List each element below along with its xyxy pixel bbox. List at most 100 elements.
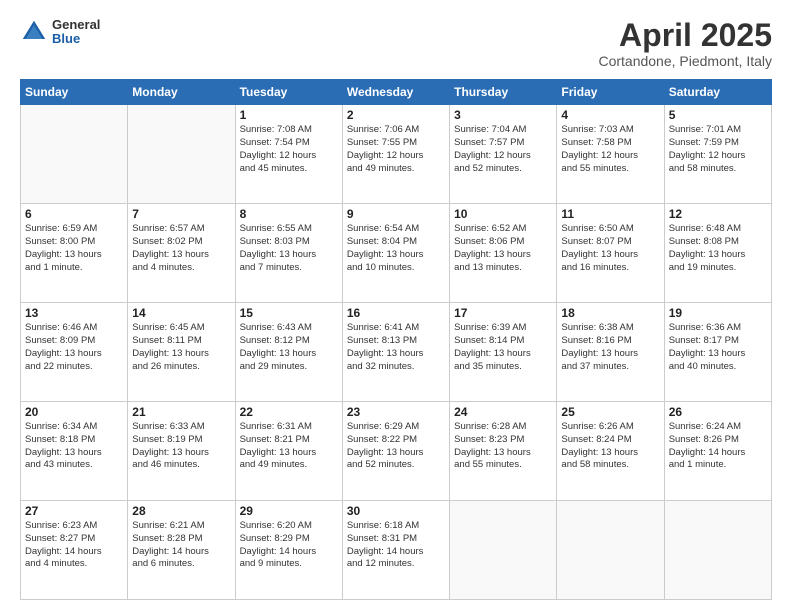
calendar-table: Sunday Monday Tuesday Wednesday Thursday…	[20, 79, 772, 600]
day-info-w2-d4: Sunrise: 6:54 AM Sunset: 8:04 PM Dayligh…	[347, 223, 445, 274]
day-info-w1-d4: Sunrise: 7:06 AM Sunset: 7:55 PM Dayligh…	[347, 124, 445, 175]
day-number-w5-d1: 27	[25, 504, 123, 518]
day-info-w3-d5: Sunrise: 6:39 AM Sunset: 8:14 PM Dayligh…	[454, 322, 552, 373]
day-info-w4-d7: Sunrise: 6:24 AM Sunset: 8:26 PM Dayligh…	[669, 421, 767, 472]
logo-general-label: General	[52, 18, 100, 32]
calendar-cell-w2-d2: 7 Sunrise: 6:57 AM Sunset: 8:02 PM Daylig…	[128, 204, 235, 303]
calendar-cell-w4-d3: 22Sunrise: 6:31 AM Sunset: 8:21 PM Dayli…	[235, 402, 342, 501]
calendar-week-3: 13Sunrise: 6:46 AM Sunset: 8:09 PM Dayli…	[21, 303, 772, 402]
day-info-w4-d4: Sunrise: 6:29 AM Sunset: 8:22 PM Dayligh…	[347, 421, 445, 472]
col-wednesday: Wednesday	[342, 80, 449, 105]
col-monday: Monday	[128, 80, 235, 105]
calendar-cell-w5-d4: 30Sunrise: 6:18 AM Sunset: 8:31 PM Dayli…	[342, 501, 449, 600]
calendar-cell-w1-d1	[21, 105, 128, 204]
calendar-cell-w4-d1: 20Sunrise: 6:34 AM Sunset: 8:18 PM Dayli…	[21, 402, 128, 501]
calendar-cell-w2-d1: 6Sunrise: 6:59 AM Sunset: 8:00 PM Daylig…	[21, 204, 128, 303]
calendar-cell-w4-d6: 25 Sunrise: 6:26 AM Sunset: 8:24 PM Dayli…	[557, 402, 664, 501]
day-info-w2-d2: Sunrise: 6:57 AM Sunset: 8:02 PM Dayligh…	[132, 223, 230, 274]
day-info-w2-d3: Sunrise: 6:55 AM Sunset: 8:03 PM Dayligh…	[240, 223, 338, 274]
logo-text: General Blue	[52, 18, 100, 47]
col-sunday: Sunday	[21, 80, 128, 105]
day-info-w5-d2: Sunrise: 6:21 AM Sunset: 8:28 PM Dayligh…	[132, 520, 230, 571]
calendar-cell-w5-d1: 27 Sunrise: 6:23 AM Sunset: 8:27 PM Dayli…	[21, 501, 128, 600]
calendar-cell-w3-d6: 18 Sunrise: 6:38 AM Sunset: 8:16 PM Dayli…	[557, 303, 664, 402]
calendar-week-4: 20Sunrise: 6:34 AM Sunset: 8:18 PM Dayli…	[21, 402, 772, 501]
day-info-w1-d7: Sunrise: 7:01 AM Sunset: 7:59 PM Dayligh…	[669, 124, 767, 175]
day-info-w5-d3: Sunrise: 6:20 AM Sunset: 8:29 PM Dayligh…	[240, 520, 338, 571]
logo: General Blue	[20, 18, 100, 47]
day-info-w1-d3: Sunrise: 7:08 AM Sunset: 7:54 PM Dayligh…	[240, 124, 338, 175]
calendar-week-2: 6Sunrise: 6:59 AM Sunset: 8:00 PM Daylig…	[21, 204, 772, 303]
col-thursday: Thursday	[450, 80, 557, 105]
day-info-w3-d7: Sunrise: 6:36 AM Sunset: 8:17 PM Dayligh…	[669, 322, 767, 373]
header: General Blue April 2025 Cortandone, Pied…	[20, 18, 772, 69]
day-number-w2-d2: 7	[132, 207, 230, 221]
col-tuesday: Tuesday	[235, 80, 342, 105]
day-info-w4-d6: Sunrise: 6:26 AM Sunset: 8:24 PM Dayligh…	[561, 421, 659, 472]
day-info-w2-d6: Sunrise: 6:50 AM Sunset: 8:07 PM Dayligh…	[561, 223, 659, 274]
day-number-w4-d5: 24	[454, 405, 552, 419]
calendar-title: April 2025	[598, 18, 772, 53]
calendar-cell-w3-d1: 13Sunrise: 6:46 AM Sunset: 8:09 PM Dayli…	[21, 303, 128, 402]
calendar-cell-w1-d7: 5 Sunrise: 7:01 AM Sunset: 7:59 PM Daylig…	[664, 105, 771, 204]
day-info-w5-d4: Sunrise: 6:18 AM Sunset: 8:31 PM Dayligh…	[347, 520, 445, 571]
day-number-w5-d3: 29	[240, 504, 338, 518]
calendar-cell-w1-d2	[128, 105, 235, 204]
day-info-w1-d5: Sunrise: 7:04 AM Sunset: 7:57 PM Dayligh…	[454, 124, 552, 175]
day-number-w1-d6: 4	[561, 108, 659, 122]
day-number-w2-d1: 6	[25, 207, 123, 221]
day-number-w5-d2: 28	[132, 504, 230, 518]
calendar-cell-w2-d7: 12Sunrise: 6:48 AM Sunset: 8:08 PM Dayli…	[664, 204, 771, 303]
day-number-w1-d4: 2	[347, 108, 445, 122]
logo-icon	[20, 18, 48, 46]
day-number-w4-d7: 26	[669, 405, 767, 419]
day-number-w3-d6: 18	[561, 306, 659, 320]
day-info-w3-d3: Sunrise: 6:43 AM Sunset: 8:12 PM Dayligh…	[240, 322, 338, 373]
calendar-cell-w5-d3: 29 Sunrise: 6:20 AM Sunset: 8:29 PM Dayli…	[235, 501, 342, 600]
day-number-w1-d5: 3	[454, 108, 552, 122]
logo-blue-label: Blue	[52, 32, 100, 46]
calendar-cell-w4-d7: 26 Sunrise: 6:24 AM Sunset: 8:26 PM Dayli…	[664, 402, 771, 501]
day-number-w2-d4: 9	[347, 207, 445, 221]
day-info-w3-d1: Sunrise: 6:46 AM Sunset: 8:09 PM Dayligh…	[25, 322, 123, 373]
calendar-cell-w2-d6: 11Sunrise: 6:50 AM Sunset: 8:07 PM Dayli…	[557, 204, 664, 303]
calendar-cell-w1-d5: 3 Sunrise: 7:04 AM Sunset: 7:57 PM Daylig…	[450, 105, 557, 204]
calendar-cell-w4-d4: 23 Sunrise: 6:29 AM Sunset: 8:22 PM Dayli…	[342, 402, 449, 501]
day-info-w4-d5: Sunrise: 6:28 AM Sunset: 8:23 PM Dayligh…	[454, 421, 552, 472]
day-info-w3-d6: Sunrise: 6:38 AM Sunset: 8:16 PM Dayligh…	[561, 322, 659, 373]
calendar-cell-w2-d3: 8Sunrise: 6:55 AM Sunset: 8:03 PM Daylig…	[235, 204, 342, 303]
title-block: April 2025 Cortandone, Piedmont, Italy	[598, 18, 772, 69]
calendar-cell-w5-d5	[450, 501, 557, 600]
day-number-w3-d7: 19	[669, 306, 767, 320]
day-info-w4-d3: Sunrise: 6:31 AM Sunset: 8:21 PM Dayligh…	[240, 421, 338, 472]
day-info-w1-d6: Sunrise: 7:03 AM Sunset: 7:58 PM Dayligh…	[561, 124, 659, 175]
calendar-cell-w3-d4: 16Sunrise: 6:41 AM Sunset: 8:13 PM Dayli…	[342, 303, 449, 402]
page: General Blue April 2025 Cortandone, Pied…	[0, 0, 792, 612]
day-number-w3-d4: 16	[347, 306, 445, 320]
day-number-w4-d6: 25	[561, 405, 659, 419]
calendar-cell-w5-d6	[557, 501, 664, 600]
calendar-cell-w3-d7: 19 Sunrise: 6:36 AM Sunset: 8:17 PM Dayli…	[664, 303, 771, 402]
calendar-cell-w2-d5: 10Sunrise: 6:52 AM Sunset: 8:06 PM Dayli…	[450, 204, 557, 303]
calendar-cell-w3-d2: 14Sunrise: 6:45 AM Sunset: 8:11 PM Dayli…	[128, 303, 235, 402]
day-info-w5-d1: Sunrise: 6:23 AM Sunset: 8:27 PM Dayligh…	[25, 520, 123, 571]
calendar-header-row: Sunday Monday Tuesday Wednesday Thursday…	[21, 80, 772, 105]
day-number-w1-d7: 5	[669, 108, 767, 122]
calendar-cell-w4-d5: 24 Sunrise: 6:28 AM Sunset: 8:23 PM Dayli…	[450, 402, 557, 501]
day-number-w4-d4: 23	[347, 405, 445, 419]
calendar-cell-w5-d7	[664, 501, 771, 600]
calendar-cell-w1-d3: 1Sunrise: 7:08 AM Sunset: 7:54 PM Daylig…	[235, 105, 342, 204]
calendar-body: 1Sunrise: 7:08 AM Sunset: 7:54 PM Daylig…	[21, 105, 772, 600]
day-info-w3-d2: Sunrise: 6:45 AM Sunset: 8:11 PM Dayligh…	[132, 322, 230, 373]
calendar-cell-w3-d3: 15Sunrise: 6:43 AM Sunset: 8:12 PM Dayli…	[235, 303, 342, 402]
calendar-cell-w5-d2: 28 Sunrise: 6:21 AM Sunset: 8:28 PM Dayli…	[128, 501, 235, 600]
day-number-w2-d5: 10	[454, 207, 552, 221]
day-info-w2-d7: Sunrise: 6:48 AM Sunset: 8:08 PM Dayligh…	[669, 223, 767, 274]
calendar-subtitle: Cortandone, Piedmont, Italy	[598, 53, 772, 69]
day-number-w4-d1: 20	[25, 405, 123, 419]
calendar-week-5: 27 Sunrise: 6:23 AM Sunset: 8:27 PM Dayli…	[21, 501, 772, 600]
day-number-w3-d5: 17	[454, 306, 552, 320]
day-number-w4-d2: 21	[132, 405, 230, 419]
calendar-cell-w1-d6: 4 Sunrise: 7:03 AM Sunset: 7:58 PM Daylig…	[557, 105, 664, 204]
col-friday: Friday	[557, 80, 664, 105]
